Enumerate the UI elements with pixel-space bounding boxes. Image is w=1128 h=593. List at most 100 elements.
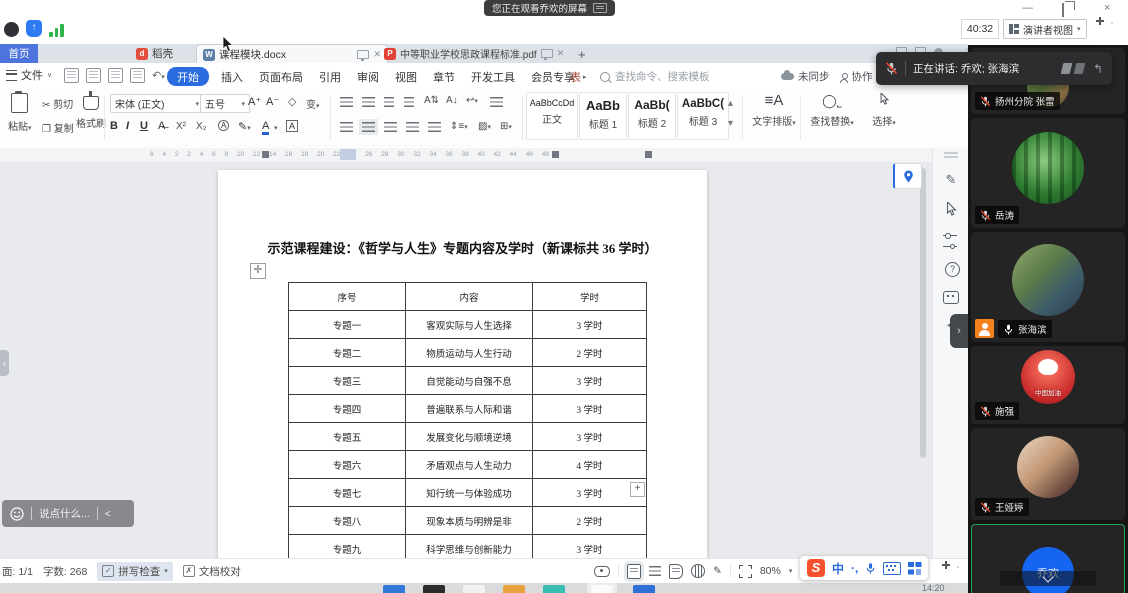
tab-pdf[interactable]: P 中等职业学校思政课程标准.pdf ✕ <box>378 44 576 63</box>
sync-status[interactable]: 未同步 <box>781 69 830 84</box>
table-cell[interactable]: 专题七 <box>289 479 406 507</box>
taskbar-app-icon[interactable] <box>633 585 655 593</box>
ribbon-tab-1[interactable]: 插入 <box>213 68 251 86</box>
taskbar-app-icon[interactable] <box>503 585 525 593</box>
undo-icon[interactable]: ↶▾ <box>152 69 165 82</box>
highlight-color-button[interactable]: ✎▾ <box>238 120 251 133</box>
panel-expand-tab[interactable]: › <box>950 314 968 348</box>
align-right-icon[interactable] <box>384 122 397 132</box>
shield-upload-icon[interactable]: ↑ <box>26 20 42 37</box>
table-cell[interactable]: 4 学时 <box>533 451 647 479</box>
participant-tile[interactable]: 中国加油施强 <box>971 346 1125 424</box>
ime-keyboard-icon[interactable] <box>883 562 901 575</box>
ribbon-tab-2[interactable]: 页面布局 <box>251 68 311 86</box>
taskbar-app-icon[interactable] <box>543 585 565 593</box>
left-edge-collapse-tab[interactable]: ‹ <box>0 350 9 376</box>
numbered-list-icon[interactable] <box>362 97 375 107</box>
web-view-icon[interactable] <box>691 564 705 578</box>
table-cell[interactable]: 专题三 <box>289 367 406 395</box>
select-cursor-icon[interactable] <box>943 202 959 218</box>
minimize-button[interactable]: — <box>1022 2 1033 14</box>
styles-scroll-up-icon[interactable]: ▴ <box>728 98 733 109</box>
table-header-cell[interactable]: 序号 <box>289 283 406 311</box>
superscript-button[interactable]: X² <box>176 121 186 132</box>
collapse-chat-icon[interactable]: < <box>105 508 111 520</box>
participant-tile[interactable]: 乔欢 <box>971 524 1125 593</box>
table-cell[interactable]: 专题一 <box>289 311 406 339</box>
vertical-scrollbar[interactable] <box>920 168 926 458</box>
zoom-level[interactable]: 80% <box>760 565 781 577</box>
borders-icon[interactable]: ⊞▾ <box>500 121 512 132</box>
ime-lang-toggle[interactable]: 中 <box>832 560 844 577</box>
table-cell[interactable]: 专题六 <box>289 451 406 479</box>
font-color-button[interactable]: A <box>262 120 269 135</box>
grow-font-button[interactable]: A⁺ <box>248 95 261 108</box>
bold-button[interactable]: B <box>110 120 118 132</box>
taskbar-app-icon[interactable] <box>423 585 445 593</box>
rail-grip[interactable] <box>944 152 958 154</box>
margin-marker[interactable] <box>552 151 559 158</box>
table-cell[interactable]: 2 学时 <box>533 507 647 535</box>
table-context-tab[interactable]: 表▸ <box>570 69 587 85</box>
collapse-avatar-band[interactable] <box>1000 571 1096 586</box>
document-page[interactable]: 示范课程建设：《哲学与人生》专题内容及学时（新课标共 36 学时） ✛ 序号内容… <box>218 170 707 558</box>
eye-protection-icon[interactable] <box>594 566 610 577</box>
table-cell[interactable]: 科学思维与创新能力 <box>406 535 533 559</box>
ribbon-tab-0[interactable]: 开始 <box>167 67 209 86</box>
underline-button[interactable]: U <box>140 120 148 132</box>
table-cell[interactable]: 2 学时 <box>533 339 647 367</box>
help-icon[interactable]: ? <box>945 262 960 277</box>
table-insert-handle[interactable]: + <box>630 482 645 497</box>
word-count[interactable]: 字数: 268 <box>43 564 87 579</box>
style-card-0[interactable]: AaBbCcDd 正文 <box>526 92 578 140</box>
increase-indent-icon[interactable] <box>404 97 414 107</box>
table-cell[interactable]: 现象本质与明辨是非 <box>406 507 533 535</box>
read-view-icon[interactable] <box>669 564 683 579</box>
signal-bars-icon[interactable] <box>49 24 65 37</box>
table-cell[interactable]: 3 学时 <box>533 367 647 395</box>
ribbon-tab-3[interactable]: 引用 <box>311 68 349 86</box>
style-card-2[interactable]: AaBb( 标题 2 <box>628 92 676 140</box>
table-cell[interactable]: 专题九 <box>289 535 406 559</box>
close-button[interactable]: × <box>1104 2 1110 14</box>
doc-locate-button[interactable] <box>893 163 922 189</box>
distribute-icon[interactable] <box>428 122 441 132</box>
speaking-banner[interactable]: 正在讲话: 乔欢; 张海滨 ↰ <box>876 52 1112 85</box>
styles-scroll-down-icon[interactable]: ▾ <box>728 118 733 129</box>
participant-tile[interactable]: 张海滨 <box>971 232 1125 342</box>
close-tab-icon[interactable]: ✕ <box>557 48 565 59</box>
shading-icon[interactable]: ▨▾ <box>478 121 491 132</box>
table-cell[interactable]: 3 学时 <box>533 535 647 559</box>
italic-button[interactable]: I <box>126 120 129 132</box>
table-cell[interactable]: 知行统一与体验成功 <box>406 479 533 507</box>
char-border-icon[interactable]: A <box>286 120 298 132</box>
table-header-cell[interactable]: 内容 <box>406 283 533 311</box>
smiley-emoji-icon[interactable] <box>10 507 24 521</box>
sogou-logo[interactable]: S <box>807 559 825 577</box>
char-scale-icon[interactable]: A <box>218 120 229 131</box>
fit-page-icon[interactable] <box>739 565 752 578</box>
save-icon[interactable] <box>64 68 79 83</box>
table-cell[interactable]: 专题四 <box>289 395 406 423</box>
ime-mic-icon[interactable] <box>865 562 876 575</box>
find-replace-button[interactable]: ◯˾ 查找替换▾ <box>806 90 858 130</box>
paste-button[interactable]: 粘贴▾ <box>8 93 32 133</box>
restore-button[interactable] <box>1062 4 1064 16</box>
table-move-handle[interactable]: ✛ <box>250 263 266 279</box>
ribbon-tab-7[interactable]: 开发工具 <box>463 68 523 86</box>
ime-punct-toggle[interactable]: ·, <box>851 561 858 575</box>
marks-icon[interactable] <box>490 97 503 107</box>
watching-screen-banner[interactable]: 您正在观看乔欢的屏幕 <box>484 0 615 16</box>
command-search[interactable]: 查找命令、搜索模板 <box>600 69 710 84</box>
chat-quick-entry[interactable]: 说点什么... < <box>2 500 134 527</box>
write-mode-icon[interactable]: ✎ <box>713 565 722 577</box>
font-name-select[interactable]: 宋体 (正文)▾ <box>110 94 204 113</box>
table-cell[interactable]: 专题二 <box>289 339 406 367</box>
print-icon[interactable] <box>108 68 123 83</box>
ribbon-tab-5[interactable]: 视图 <box>387 68 425 86</box>
shrink-font-button[interactable]: A⁻ <box>266 95 279 108</box>
participant-tile[interactable]: 王娅婷 <box>971 428 1125 520</box>
taskbar-app-icon[interactable] <box>383 585 405 593</box>
file-menu[interactable]: 文件∨ <box>6 67 52 83</box>
subscript-button[interactable]: X₂ <box>196 121 207 132</box>
